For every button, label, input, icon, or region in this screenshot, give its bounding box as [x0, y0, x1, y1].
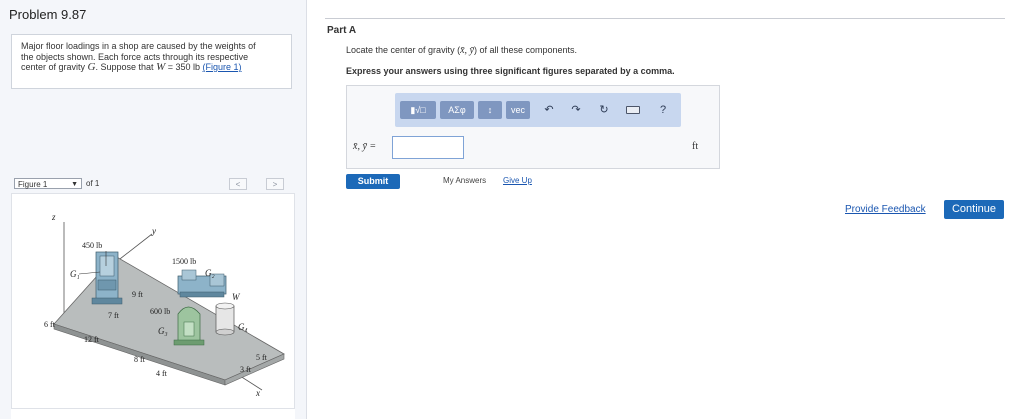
problem-text-line1: Major floor loadings in a shop are cause…	[21, 41, 256, 51]
chevron-down-icon: ▼	[71, 181, 78, 188]
unit-label: ft	[692, 141, 699, 152]
g2-label: G₂	[205, 268, 215, 278]
problem-text-line3: center of gravity G. Suppose that W = 35…	[21, 62, 283, 73]
math-toolbar: ▮√□ AΣφ ↕ vec ↶ ↷ ↻ ?	[395, 93, 681, 127]
figure-footer	[11, 409, 295, 419]
y-axis	[115, 233, 153, 263]
redo-icon[interactable]: ↷	[567, 101, 585, 119]
z-axis-label: z	[51, 212, 56, 222]
machine-g1	[91, 251, 123, 305]
w-variable: W	[156, 61, 166, 73]
figure-prev-button[interactable]: <	[229, 178, 247, 190]
figure-next-button[interactable]: >	[266, 178, 284, 190]
drum-g4	[215, 302, 235, 336]
submit-button[interactable]: Submit	[346, 174, 400, 189]
dim-7ft: 7 ft	[108, 311, 120, 320]
continue-button[interactable]: Continue	[944, 200, 1004, 219]
my-answers-label: My Answers	[443, 176, 487, 185]
instruction-math: x̄, ȳ	[460, 45, 474, 56]
provide-feedback-link[interactable]: Provide Feedback	[845, 204, 926, 215]
problem-title: Problem 9.87	[9, 7, 87, 22]
figure-select[interactable]: Figure 1 ▼	[14, 178, 82, 189]
figure-toolbar: Figure 1 ▼ of 1 < >	[11, 176, 292, 193]
updown-button[interactable]: ↕	[478, 101, 502, 119]
dim-3ft: 3 ft	[240, 365, 252, 374]
figure-count: of 1	[86, 179, 100, 188]
input-label: x̄, ȳ =	[353, 141, 377, 152]
figure-select-value: Figure 1	[18, 180, 48, 189]
undo-icon[interactable]: ↶	[540, 101, 558, 119]
problem-statement: Major floor loadings in a shop are cause…	[11, 34, 292, 89]
g-variable: G	[87, 61, 96, 73]
g1-label: G₁	[70, 269, 80, 279]
w-value: = 350 lb	[167, 62, 201, 72]
figure-image: z y x 450 lb G₁ 1500 lb G₂ 600 lb G₃ W G…	[11, 193, 295, 409]
force-label-450: 450 lb	[82, 241, 102, 250]
dim-4ft: 4 ft	[156, 369, 168, 378]
keyboard-icon[interactable]	[626, 106, 640, 114]
dim-8ft: 8 ft	[134, 355, 146, 364]
problem-text-line3-prefix: center of gravity	[21, 62, 86, 72]
machine-g2	[177, 269, 227, 298]
greek-button[interactable]: AΣφ	[440, 101, 474, 119]
answer-input[interactable]	[392, 136, 464, 159]
dim-9ft: 9 ft	[132, 290, 144, 299]
give-up-link[interactable]: Give Up	[503, 176, 532, 185]
w-label: W	[232, 292, 241, 302]
g4-label: G₄	[238, 322, 248, 332]
dim-5ft: 5 ft	[256, 353, 268, 362]
dim-6ft: 6 ft	[44, 320, 56, 329]
problem-text-line3-mid: . Suppose that	[95, 62, 154, 72]
reset-icon[interactable]: ↻	[595, 101, 613, 119]
divider	[325, 18, 1005, 19]
vec-button[interactable]: vec	[506, 101, 530, 119]
force-label-600: 600 lb	[150, 307, 170, 316]
templates-button[interactable]: ▮√□	[400, 101, 436, 119]
force-label-1500: 1500 lb	[172, 257, 196, 266]
g3-label: G₃	[158, 326, 168, 336]
y-axis-label: y	[151, 226, 156, 236]
problem-panel: Problem 9.87 Major floor loadings in a s…	[0, 0, 307, 419]
shop-floor-diagram: z y x 450 lb G₁ 1500 lb G₂ 600 lb G₃ W G…	[44, 212, 285, 398]
part-label: Part A	[327, 25, 357, 36]
problem-text-line2: the objects shown. Each force acts throu…	[21, 51, 249, 62]
figure-link[interactable]: (Figure 1)	[203, 62, 242, 72]
instruction-prefix: Locate the center of gravity (	[346, 45, 461, 55]
express-instruction: Express your answers using three signifi…	[346, 66, 675, 76]
instruction-suffix: ) of all these components.	[473, 45, 578, 55]
help-icon[interactable]: ?	[654, 101, 672, 119]
dim-12ft: 12 ft	[84, 335, 100, 344]
instruction-text: Locate the center of gravity (x̄, ȳ) of…	[346, 45, 577, 56]
x-axis-label: x	[255, 388, 260, 398]
